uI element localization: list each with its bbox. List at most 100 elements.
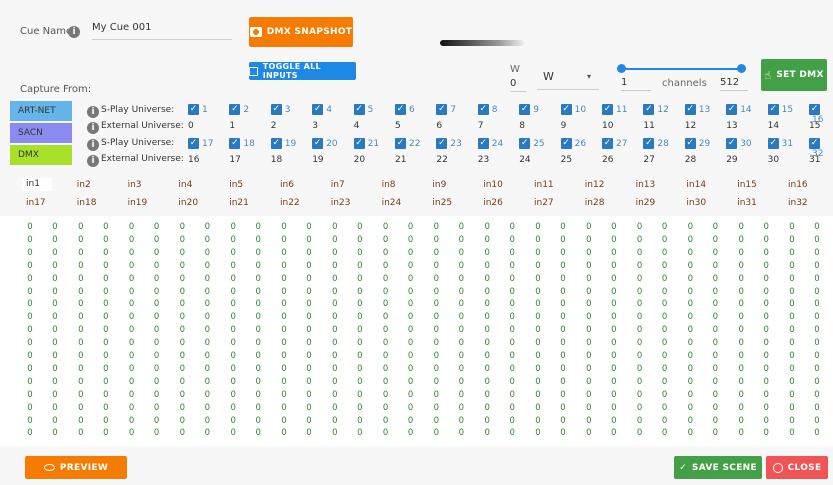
input-tab[interactable]: in7	[331, 180, 345, 190]
w-select[interactable]: W ▾	[537, 62, 599, 90]
splay-universe-checkbox[interactable]: ✓ 30	[726, 138, 752, 149]
input-tab[interactable]: in6	[280, 180, 294, 190]
splay-universe-checkbox[interactable]: ✓ 11	[602, 104, 627, 115]
input-tab[interactable]: in9	[432, 180, 446, 190]
source-dmx[interactable]: DMX	[10, 145, 72, 165]
dmx-channel-value: 0	[332, 286, 338, 297]
splay-universe-checkbox[interactable]: ✓ 27	[602, 138, 627, 149]
input-tab[interactable]: in11	[534, 180, 554, 190]
slider-max-handle[interactable]	[737, 64, 746, 73]
preview-button[interactable]: PREVIEW	[25, 456, 127, 479]
input-tab[interactable]: in17	[26, 198, 46, 208]
input-tab[interactable]: in15	[737, 180, 757, 190]
dmx-channel-value: 0	[103, 273, 109, 284]
input-tab[interactable]: in32	[788, 198, 808, 208]
input-tab[interactable]: in25	[432, 198, 452, 208]
dmx-channel-value: 0	[712, 286, 719, 297]
splay-universe-checkbox[interactable]: ✓ 31	[767, 138, 793, 149]
input-tab[interactable]: in29	[636, 198, 656, 208]
source-artnet[interactable]: ART-NET	[10, 101, 72, 121]
input-tab[interactable]: in28	[585, 198, 605, 208]
splay-universe-checkbox[interactable]: ✓ 1	[188, 104, 208, 115]
splay-universe-checkbox[interactable]: ✓ 21	[353, 138, 379, 149]
close-button[interactable]: CLOSE	[766, 456, 828, 479]
dmx-channel-value: 0	[255, 338, 261, 349]
dmx-channel-value: 0	[586, 351, 592, 361]
splay-universe-checkbox[interactable]: ✓ 23	[436, 138, 462, 149]
external-universe-value: 17	[229, 155, 241, 165]
input-tab[interactable]: in31	[737, 198, 757, 208]
splay-universe-checkbox[interactable]: ✓ 24	[477, 138, 503, 149]
input-tab[interactable]: in20	[178, 198, 198, 208]
set-dmx-button[interactable]: ☝ SET DMX	[761, 59, 827, 91]
save-scene-button[interactable]: ✓ SAVE SCENE	[674, 456, 762, 479]
input-tab[interactable]: in24	[382, 198, 402, 208]
splay-universe-checkbox[interactable]: ✓ 22	[395, 138, 420, 149]
splay-universe-checkbox[interactable]: ✓ 3	[270, 104, 291, 115]
input-tab[interactable]: in2	[77, 180, 91, 190]
dmx-channel-value: 0	[814, 363, 820, 374]
input-tab[interactable]: in26	[483, 198, 503, 208]
dmx-channel-value: 0	[230, 351, 236, 361]
input-tab[interactable]: in12	[585, 180, 605, 190]
external-universe-value: 9	[560, 121, 567, 131]
splay-universe-checkbox[interactable]: ✓ 4	[312, 104, 332, 115]
dmx-channel-value: 0	[535, 325, 541, 336]
input-tab[interactable]: in10	[483, 180, 503, 190]
input-tab[interactable]: in18	[77, 198, 97, 208]
splay-universe-checkbox[interactable]: ✓ 20	[312, 138, 338, 149]
dmx-channel-value: 0	[332, 312, 338, 323]
input-tab[interactable]: in30	[686, 198, 706, 208]
input-tab[interactable]: in4	[178, 180, 192, 190]
splay-universe-checkbox[interactable]: ✓ 7	[436, 104, 456, 115]
channels-range-slider[interactable]	[621, 68, 741, 70]
dmx-channel-value: 0	[509, 428, 515, 439]
splay-universe-checkbox[interactable]: ✓ 17	[188, 138, 213, 149]
dmx-snapshot-button[interactable]: DMX SNAPSHOT	[249, 17, 353, 47]
dmx-channel-value: 0	[128, 234, 135, 245]
slider-min-handle[interactable]	[617, 64, 626, 73]
dmx-channel-value: 0	[687, 351, 694, 361]
input-tab[interactable]: in13	[636, 180, 656, 190]
input-tab[interactable]: in27	[534, 198, 554, 208]
input-tab[interactable]: in3	[128, 180, 142, 190]
w-value-input[interactable]: 0	[510, 78, 526, 92]
input-tab[interactable]: in8	[382, 180, 396, 190]
splay-universe-checkbox[interactable]: ✓ 13	[684, 104, 710, 115]
dmx-channel-value: 0	[661, 286, 668, 297]
splay-universe-checkbox[interactable]: ✓ 19	[270, 138, 296, 149]
splay-universe-checkbox[interactable]: ✓ 25	[519, 138, 545, 149]
dmx-channel-value: 0	[586, 222, 592, 232]
dmx-channel-value: 0	[789, 286, 795, 297]
toggle-all-inputs-button[interactable]: TOGGLE ALL INPUTS	[249, 62, 356, 80]
splay-universe-checkbox[interactable]: ✓ 15	[767, 104, 793, 115]
splay-universe-checkbox[interactable]: ✓ 18	[229, 138, 255, 149]
splay-universe-checkbox[interactable]: ✓ 8	[477, 104, 498, 115]
input-tab[interactable]: in5	[229, 180, 243, 190]
dmx-channel-value: 0	[814, 325, 820, 336]
splay-universe-checkbox[interactable]: ✓ 14	[726, 104, 752, 115]
channels-max-input[interactable]: 512	[720, 77, 748, 91]
splay-universe-checkbox[interactable]: ✓ 5	[353, 104, 373, 115]
splay-universe-checkbox[interactable]: ✓ 9	[519, 104, 539, 115]
dmx-channel-value: 0	[535, 363, 541, 374]
input-tab[interactable]: in21	[229, 198, 249, 208]
splay-universe-checkbox[interactable]: ✓ 28	[643, 138, 669, 149]
input-tab[interactable]: in22	[280, 198, 300, 208]
input-tab[interactable]: in19	[128, 198, 148, 208]
source-sacn[interactable]: SACN	[10, 123, 72, 143]
input-tab[interactable]: in23	[331, 198, 351, 208]
cue-name-input[interactable]: My Cue 001	[92, 22, 232, 40]
splay-universe-checkbox[interactable]: ✓ 6	[395, 104, 415, 115]
splay-universe-checkbox[interactable]: ✓ 29	[684, 138, 710, 149]
dmx-channel-value: 0	[153, 234, 160, 245]
channels-min-input[interactable]: 1	[621, 77, 651, 91]
splay-universe-checkbox[interactable]: ✓ 10	[560, 104, 586, 115]
universe-number: 11	[616, 105, 628, 115]
splay-universe-checkbox[interactable]: ✓ 26	[560, 138, 586, 149]
input-tab[interactable]: in16	[788, 180, 808, 190]
splay-universe-checkbox[interactable]: ✓ 2	[229, 104, 249, 115]
splay-universe-checkbox[interactable]: ✓ 12	[643, 104, 669, 115]
input-tab[interactable]: in1	[22, 178, 52, 191]
input-tab[interactable]: in14	[686, 180, 706, 190]
